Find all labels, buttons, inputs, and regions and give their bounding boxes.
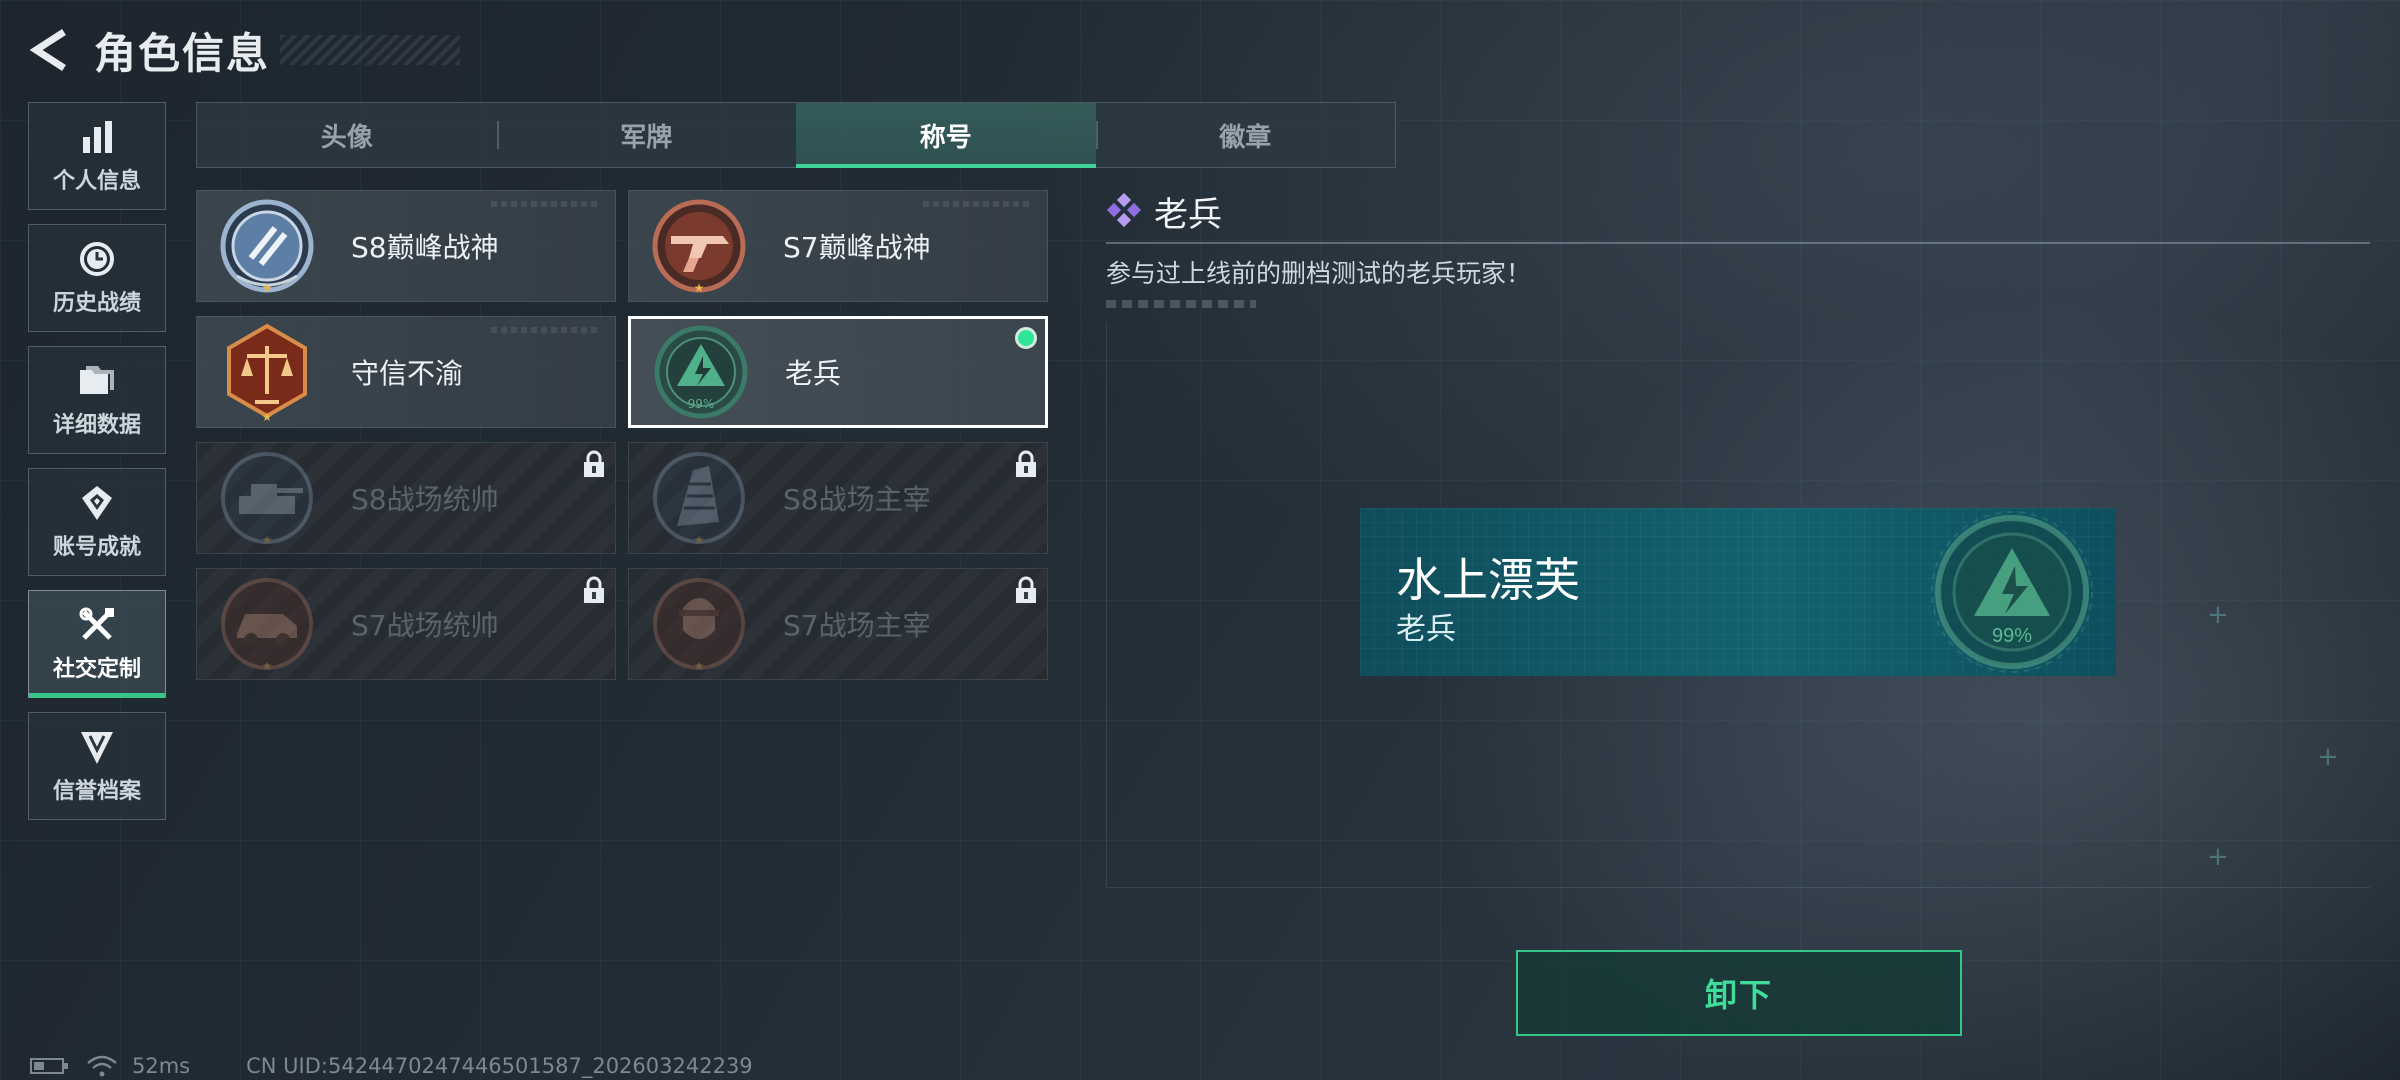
svg-text:★: ★ [262, 659, 273, 673]
sidebar-item-label: 信誉档案 [52, 779, 141, 804]
title-card-locked[interactable]: ★ S7战场主宰 [628, 568, 1048, 680]
tab-title[interactable]: 称号 [796, 103, 1096, 168]
svg-text:★: ★ [262, 410, 273, 422]
lock-icon [1016, 450, 1036, 477]
tab-avatar[interactable]: 头像 [197, 103, 497, 167]
header: 角色信息 [28, 20, 461, 80]
svg-text:★: ★ [262, 281, 273, 295]
category-tabs: 头像 军牌 称号 徽章 [196, 102, 1396, 168]
clock-icon [77, 239, 117, 279]
title-list: ★ S8巅峰战神 ★ S7巅峰战神 ★ 守信不渝 99% 老兵 ★ S8战场统帅… [196, 190, 1048, 680]
sidebar-item-label: 社交定制 [52, 657, 141, 682]
unequip-button[interactable]: 卸下 [1516, 950, 1962, 1036]
title-name: S7战场统帅 [351, 609, 499, 642]
title-name: S7巅峰战神 [783, 231, 931, 264]
title-name: 守信不渝 [351, 357, 464, 390]
title-card-locked[interactable]: ★ S8战场主宰 [628, 442, 1048, 554]
crosshair-mark: + [2317, 742, 2339, 772]
sidebar-item-label: 个人信息 [52, 169, 141, 194]
back-button[interactable] [28, 28, 72, 72]
sidebar-item-social-custom[interactable]: 社交定制 [28, 590, 166, 698]
tab-dog-tag[interactable]: 军牌 [496, 103, 797, 167]
page-title: 角色信息 [94, 28, 271, 78]
svg-text:★: ★ [694, 533, 705, 547]
crosshair-mark: + [2207, 842, 2229, 872]
rarity-diamond-icon [1106, 193, 1142, 228]
title-name: S8战场统帅 [351, 483, 499, 516]
unequip-label: 卸下 [1704, 976, 1773, 1014]
veteran-emblem-icon: 99% [654, 325, 748, 419]
card-decoration [491, 201, 601, 207]
emblem-percent: 99% [1992, 625, 2032, 647]
title-name: S8战场主宰 [783, 483, 931, 516]
user-uid: CN UID:5424470247446501587_202603242239 [246, 1054, 753, 1078]
tank-emblem-icon: ★ [221, 452, 313, 547]
bar-chart-icon [77, 117, 117, 157]
achievement-icon [77, 483, 117, 523]
s7-peak-emblem-icon: ★ [652, 199, 746, 295]
sidebar-item-reputation[interactable]: 信誉档案 [28, 712, 166, 820]
player-name: 水上漂芙 [1396, 553, 1580, 607]
s8-peak-emblem-icon: ★ [220, 199, 314, 295]
title-card[interactable]: ★ S8巅峰战神 [196, 190, 616, 302]
title-card-locked[interactable]: ★ S8战场统帅 [196, 442, 616, 554]
lock-icon [584, 576, 604, 603]
tab-badge[interactable]: 徽章 [1095, 103, 1396, 167]
svg-text:★: ★ [694, 281, 705, 295]
shield-emblem-icon [77, 727, 117, 767]
ping-value: 52ms [132, 1054, 191, 1078]
sidebar-item-achievements[interactable]: 账号成就 [28, 468, 166, 576]
crosshair-mark: + [2207, 600, 2229, 630]
lock-icon [584, 450, 604, 477]
svg-text:★: ★ [694, 659, 705, 673]
card-decoration [923, 201, 1033, 207]
sidebar-item-detailed-data[interactable]: 详细数据 [28, 346, 166, 454]
svg-text:★: ★ [262, 533, 273, 547]
vehicle-emblem-icon: ★ [221, 578, 313, 673]
title-detail: 老兵 参与过上线前的删档测试的老兵玩家！ [1106, 188, 2370, 308]
equipped-indicator [1015, 327, 1037, 349]
card-decoration [491, 327, 601, 333]
sidebar-item-label: 详细数据 [52, 413, 141, 438]
sidebar-item-label: 历史战绩 [52, 291, 141, 316]
scales-emblem-icon: ★ [227, 323, 307, 422]
back-arrow-icon [30, 29, 66, 71]
sidebar: 个人信息 历史战绩 详细数据 账号成就 社交定制 信誉档案 [28, 102, 166, 834]
lock-icon [1016, 576, 1036, 603]
detail-decoration [1106, 300, 1256, 308]
title-card-selected[interactable]: 99% 老兵 [628, 316, 1048, 428]
detail-description: 参与过上线前的删档测试的老兵玩家！ [1106, 259, 1532, 288]
title-card[interactable]: ★ 守信不渝 [196, 316, 616, 428]
nameplate-title: 老兵 [1396, 612, 1456, 647]
tools-icon [77, 605, 117, 645]
emblem-percent: 99% [688, 397, 715, 411]
sidebar-item-match-history[interactable]: 历史战绩 [28, 224, 166, 332]
title-name: 老兵 [785, 357, 842, 390]
title-name: S7战场主宰 [783, 609, 931, 642]
detail-divider [1106, 242, 2370, 244]
sidebar-item-personal-info[interactable]: 个人信息 [28, 102, 166, 210]
detail-header: 老兵 [1106, 188, 2370, 235]
sidebar-item-label: 账号成就 [52, 535, 141, 560]
nameplate-preview: 水上漂芙 老兵 99% [1360, 508, 2116, 676]
status-bar: 52ms CN UID:5424470247446501587_20260324… [30, 1054, 753, 1078]
wifi-icon [87, 1055, 117, 1077]
title-card-locked[interactable]: ★ S7战场统帅 [196, 568, 616, 680]
soldier-emblem-icon: ★ [653, 578, 745, 673]
veteran-emblem-icon: 99% [1931, 511, 2093, 673]
title-card[interactable]: ★ S7巅峰战神 [628, 190, 1048, 302]
detail-title-name: 老兵 [1154, 194, 1222, 235]
folder-icon [77, 361, 117, 401]
battery-icon [30, 1058, 68, 1074]
title-name: S8巅峰战神 [351, 231, 499, 264]
title-decoration [280, 35, 461, 65]
tower-emblem-icon: ★ [653, 452, 745, 547]
